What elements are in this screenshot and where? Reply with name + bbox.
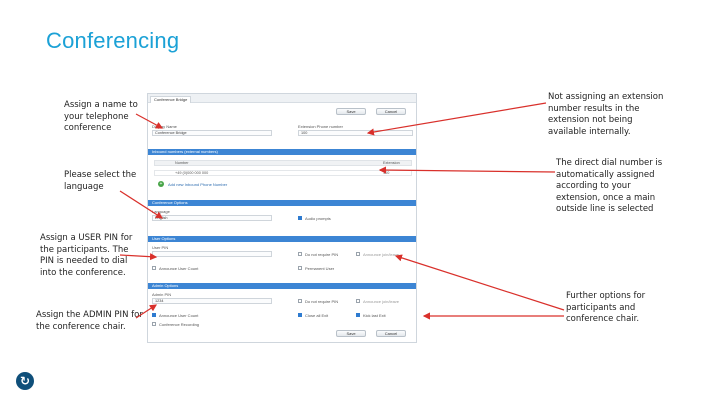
callout-arrows (119, 102, 565, 320)
arrow-extension (366, 102, 547, 136)
arrow-options-1 (394, 254, 565, 311)
arrow-name (135, 113, 164, 129)
arrow-language (119, 190, 164, 219)
arrow-direct-dial (378, 166, 556, 174)
arrow-admin-pin (135, 304, 158, 319)
arrow-user-pin (119, 253, 158, 261)
brand-logo-icon: ↻ (16, 372, 34, 390)
